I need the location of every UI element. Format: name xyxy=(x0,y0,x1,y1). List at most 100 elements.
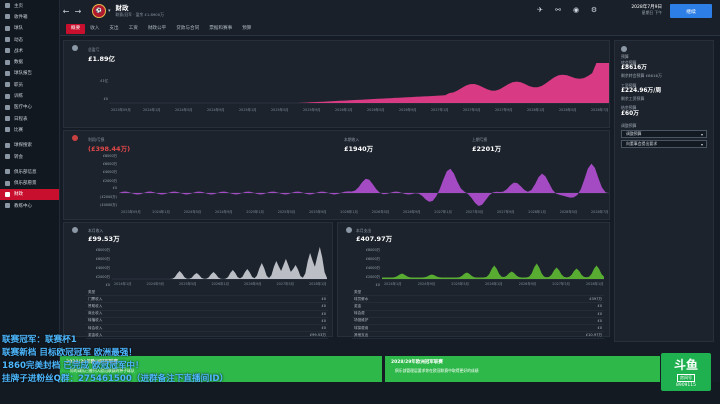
x-tick-label: 2023年09月 xyxy=(121,209,141,214)
x-tick-label: 2026年9月 xyxy=(244,281,262,286)
x-tick-label: 2024年9月 xyxy=(147,281,165,286)
sidebar-item-scouting[interactable]: 球探搜索 xyxy=(0,140,59,151)
report-icon xyxy=(5,70,10,76)
overlay-line: 1860完美封档 已完成 欧冠冠军中！ xyxy=(2,361,144,371)
sidebar-item-dynamics[interactable]: 动态 xyxy=(0,34,59,45)
calendar-icon xyxy=(5,116,10,122)
sidebar-item-label: 俱乐部信息 xyxy=(14,169,37,175)
adjust-budget-text: 调整预算 xyxy=(626,131,642,137)
balance-chart: 2023年09月 2024年1月 2024年5月 2024年9月 2025年1月 2025… xyxy=(109,63,609,112)
tab-6[interactable]: 票据和赛事 xyxy=(204,24,237,34)
sidebar-item-report[interactable]: 球队报告 xyxy=(0,68,59,79)
x-tick-label: 2026年1月 xyxy=(485,281,503,286)
streamer-sub: 房间号 xyxy=(677,374,695,382)
x-tick-label: 2024年9月 xyxy=(207,107,225,112)
tab-0[interactable]: 概要 xyxy=(66,23,86,34)
x-tick-label: 2027年9月 xyxy=(495,107,513,112)
sidebar-item-label: 收件箱 xyxy=(14,14,28,20)
sidebar-item-club-info[interactable]: 俱乐部信息 xyxy=(0,166,59,177)
sidebar-item-staff[interactable]: 职员 xyxy=(0,79,59,90)
tab-3[interactable]: 工资 xyxy=(124,24,143,34)
board-request-text: 向董事会提出要求 xyxy=(626,141,658,147)
sidebar-item-training[interactable]: 训练 xyxy=(0,90,59,101)
x-tick-label: 2026年9月 xyxy=(519,281,537,286)
row-key: 转播收入 xyxy=(88,318,103,323)
tab-1[interactable]: 收入 xyxy=(85,24,104,34)
dynamics-icon xyxy=(5,37,10,43)
vision-icon xyxy=(5,180,10,186)
y-tick-label: (£4000万) xyxy=(100,203,117,208)
sidebar-item-label: 训练 xyxy=(14,94,23,100)
tab-7[interactable]: 预算 xyxy=(237,24,256,34)
row-value: £397万 xyxy=(589,296,602,301)
continue-button[interactable]: 继续 xyxy=(670,4,712,18)
x-tick-label: 2025年5月 xyxy=(179,281,197,286)
globe-icon[interactable]: ◉ xyxy=(572,6,580,14)
sidebar-item-vision[interactable]: 俱乐部愿景 xyxy=(0,177,59,188)
y-tick-label: £4000万 xyxy=(95,266,110,270)
title-block: 财政 联赛/冠军 · 盈余 £1.8900万 xyxy=(116,4,164,17)
training-icon xyxy=(5,93,10,99)
expense-panel: 本月支出 £407.97万 £8000万 £6000万 £4000万 £2000万 £0… xyxy=(337,222,610,340)
news-item[interactable]: 2028/29年欧洲冠军联赛 俱乐部管理层要求你在欧冠联赛中取得更好的成绩 xyxy=(385,356,660,382)
x-tick-label: 2026年1月 xyxy=(212,281,230,286)
sidebar-item-squad[interactable]: 球队 xyxy=(0,23,59,34)
income-table: 类型 门票收入 £0 赞助收入 £0 商业收入 £0 转播收入 £0 转会收入 £0 奖金收入 £99.… xyxy=(86,289,328,340)
row-key: 商业收入 xyxy=(88,311,103,316)
topbar: ← → ⚽ ▾ 财政 联赛/冠军 · 盈余 £1.8900万 ✈ ⚯ ◉ ⚙ 2… xyxy=(60,0,720,22)
sidebar-item-transfer[interactable]: 转会 xyxy=(0,151,59,162)
squad-icon xyxy=(5,25,10,31)
overlay-line: 联赛冠军：联赛杯1 xyxy=(2,335,77,345)
row-key: 奖金 xyxy=(354,303,362,308)
x-tick-label: 2026年9月 xyxy=(403,209,421,214)
down-arrow-icon xyxy=(346,227,352,233)
rocket-icon[interactable]: ✈ xyxy=(536,6,544,14)
sidebar-item-label: 俱乐部愿景 xyxy=(14,181,37,187)
sidebar-item-label: 职员 xyxy=(14,82,23,88)
club-dropdown-icon[interactable]: ▾ xyxy=(108,8,111,14)
finance-icon xyxy=(5,191,10,197)
wage-budget-remaining: 剩余工资预算 xyxy=(621,95,645,101)
adjust-budget-dropdown[interactable]: 调整预算 ▾ xyxy=(621,130,707,139)
settings-icon[interactable]: ⚙ xyxy=(590,6,598,14)
x-tick-label: 2027年9月 xyxy=(497,209,515,214)
forward-arrow-icon[interactable]: → xyxy=(72,7,84,16)
x-tick-label: 2024年9月 xyxy=(215,209,233,214)
sidebar-item-coach[interactable]: 教练中心 xyxy=(0,200,59,211)
y-tick-label: £4000万 xyxy=(365,266,380,270)
tab-5[interactable]: 贷款与合同 xyxy=(171,24,204,34)
row-key: 场馆维护 xyxy=(354,318,369,323)
sidebar-item-data[interactable]: 数据 xyxy=(0,56,59,67)
sidebar-item-medical[interactable]: 医疗中心 xyxy=(0,102,59,113)
link-icon[interactable]: ⚯ xyxy=(554,6,562,14)
sidebar-item-label: 战术 xyxy=(14,48,23,54)
row-value: £0 xyxy=(321,318,326,323)
chevron-down-icon: ▾ xyxy=(701,131,703,137)
expense-chart: 2024年1月 2024年9月 2025年5月 2026年1月 2026年9月 2027年… xyxy=(382,263,604,286)
table-header: 类型 xyxy=(88,289,96,294)
sidebar-item-label: 教练中心 xyxy=(14,203,32,209)
table-row: 奖金 £0 xyxy=(352,303,604,311)
x-tick-label: 2028年5月 xyxy=(559,107,577,112)
club-badge[interactable]: ⚽ xyxy=(92,4,106,18)
sidebar-item-home[interactable]: 主页 xyxy=(0,0,59,11)
sidebar-item-match[interactable]: 比赛 xyxy=(0,124,59,135)
sidebar-item-calendar[interactable]: 日程表 xyxy=(0,113,59,124)
tab-2[interactable]: 支出 xyxy=(104,24,123,34)
tab-4[interactable]: 财政公平 xyxy=(143,24,171,34)
profit-chart: 2023年09月 2024年1月 2024年5月 2024年9月 2025年1月 2025… xyxy=(119,163,609,214)
adjust-budget-label: 调整预算 xyxy=(621,122,637,128)
overlay-line: 联赛新档 目标欧冠冠军 欧洲最强！ xyxy=(2,348,137,358)
row-value: £0 xyxy=(597,318,602,323)
board-request-dropdown[interactable]: 向董事会提出要求 ▾ xyxy=(621,140,707,149)
date-subtitle: 星期日 下午 xyxy=(641,9,662,15)
sidebar-item-label: 球队报告 xyxy=(14,71,32,77)
transfer-icon xyxy=(5,154,10,159)
back-arrow-icon[interactable]: ← xyxy=(60,7,72,16)
chart-area xyxy=(382,263,604,279)
x-tick-label: 2027年5月 xyxy=(463,107,481,112)
sidebar-item-tactics[interactable]: 战术 xyxy=(0,45,59,56)
sidebar-item-inbox[interactable]: 收件箱 xyxy=(0,11,59,22)
table-row: 球探费用 £0 xyxy=(352,325,604,333)
sidebar-item-finance[interactable]: 财政 xyxy=(0,188,59,201)
